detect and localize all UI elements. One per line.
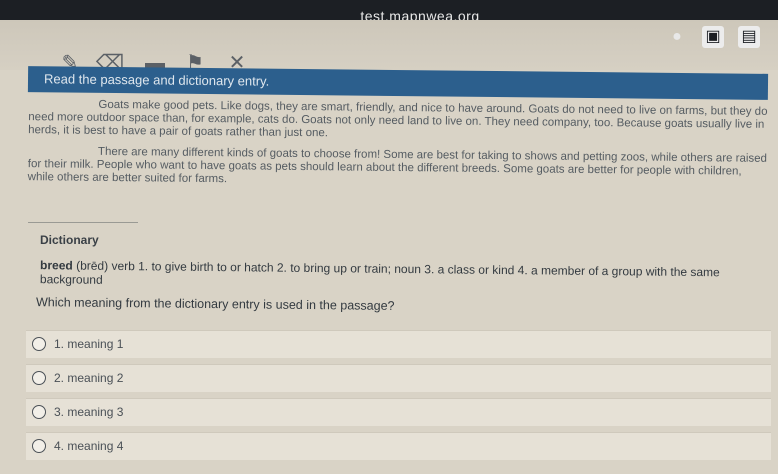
reading-passage: Goats make good pets. Like dogs, they ar…	[28, 98, 769, 200]
choice-label: meaning 4	[67, 439, 124, 453]
dictionary-entry: breed (brēd) verb 1. to give birth to or…	[40, 258, 770, 294]
tools-icon[interactable]: ▣	[702, 26, 724, 48]
passage-paragraph-2: There are many different kinds of goats …	[27, 145, 768, 186]
instruction-banner: Read the passage and dictionary entry.	[27, 66, 769, 100]
choice-label: meaning 3	[67, 405, 124, 419]
entry-definition: verb 1. to give birth to or hatch 2. to …	[39, 258, 720, 287]
radio-button[interactable]	[32, 405, 46, 419]
radio-button[interactable]	[32, 337, 46, 351]
choice-number: 4.	[54, 439, 65, 453]
passage-paragraph-1: Goats make good pets. Like dogs, they ar…	[28, 98, 768, 140]
radio-button[interactable]	[32, 439, 46, 453]
menu-icon[interactable]: ▤	[738, 26, 760, 48]
answer-choice-3[interactable]: 3. meaning 3	[26, 398, 771, 426]
section-divider	[28, 222, 138, 223]
choice-number: 2.	[54, 371, 65, 385]
radio-button[interactable]	[32, 371, 46, 385]
answer-choice-4[interactable]: 4. meaning 4	[26, 432, 771, 460]
choice-number: 1.	[54, 337, 65, 351]
entry-word: breed	[40, 258, 73, 273]
audio-icon[interactable]: ●	[666, 26, 688, 48]
choice-label: meaning 2	[67, 371, 124, 385]
dictionary-heading: Dictionary	[40, 233, 99, 247]
choice-number: 3.	[54, 405, 65, 419]
question-prompt: Which meaning from the dictionary entry …	[35, 295, 395, 313]
entry-pronunciation: (brēd)	[76, 258, 109, 273]
answer-choice-1[interactable]: 1. meaning 1	[26, 330, 771, 358]
answer-choice-2[interactable]: 2. meaning 2	[26, 364, 771, 392]
choice-label: meaning 1	[67, 337, 124, 351]
test-toolbar: ✎ ⌫ ▬ ⚑ ✕	[0, 20, 778, 74]
